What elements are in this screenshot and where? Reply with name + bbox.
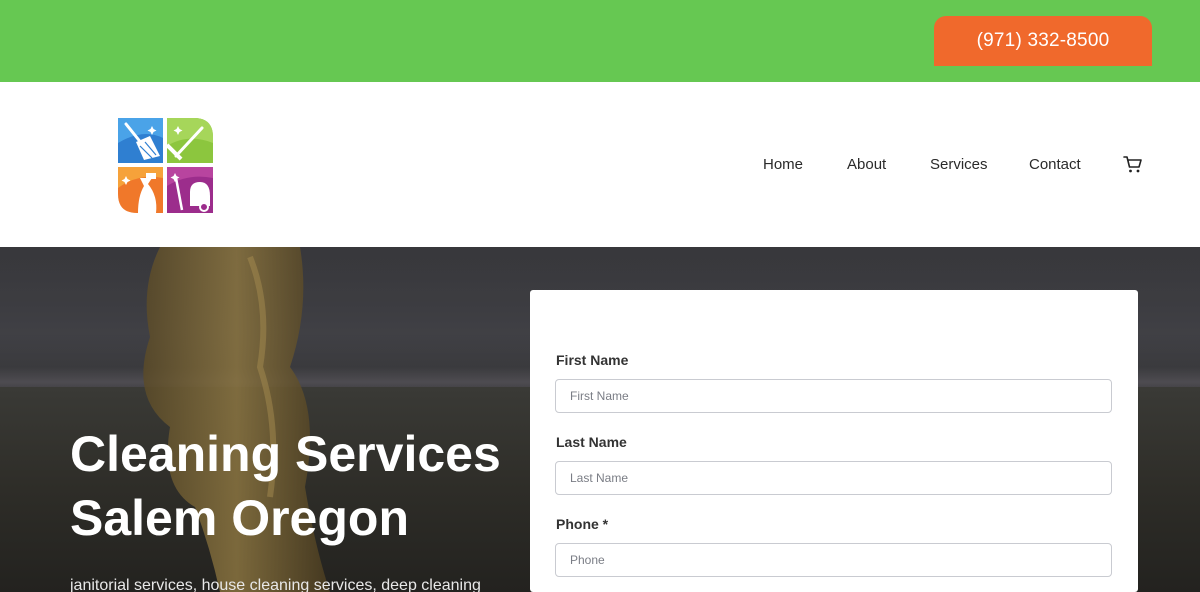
last-name-field[interactable]	[555, 461, 1112, 495]
phone-call-button[interactable]: (971) 332-8500	[934, 16, 1152, 66]
phone-field[interactable]	[555, 543, 1112, 577]
nav-item-services[interactable]: Services	[930, 156, 988, 173]
first-name-label: First Name	[556, 352, 629, 368]
hero-title-line2: Salem Oregon	[70, 490, 409, 546]
hero-subtitle: janitorial services, house cleaning serv…	[70, 577, 481, 592]
spray-bottle-icon	[118, 167, 163, 213]
last-name-label: Last Name	[556, 434, 627, 450]
hero-title-line1: Cleaning Services	[70, 426, 501, 482]
broom-icon	[118, 118, 163, 163]
nav-item-about[interactable]: About	[847, 156, 886, 173]
top-bar: (971) 332-8500	[0, 0, 1200, 82]
phone-label: Phone *	[556, 516, 609, 532]
logo[interactable]	[118, 118, 213, 213]
nav-item-contact[interactable]: Contact	[1029, 156, 1081, 173]
nav-item-home[interactable]: Home	[763, 156, 803, 173]
vacuum-icon	[167, 167, 213, 213]
cart-icon[interactable]	[1123, 154, 1143, 174]
contact-form: First Name Last Name Phone *	[530, 290, 1138, 592]
first-name-field[interactable]	[555, 379, 1112, 413]
squeegee-icon	[165, 118, 213, 163]
site-header: Home About Services Contact	[0, 82, 1200, 247]
hero-title: Cleaning Services Salem Oregon	[70, 422, 530, 550]
